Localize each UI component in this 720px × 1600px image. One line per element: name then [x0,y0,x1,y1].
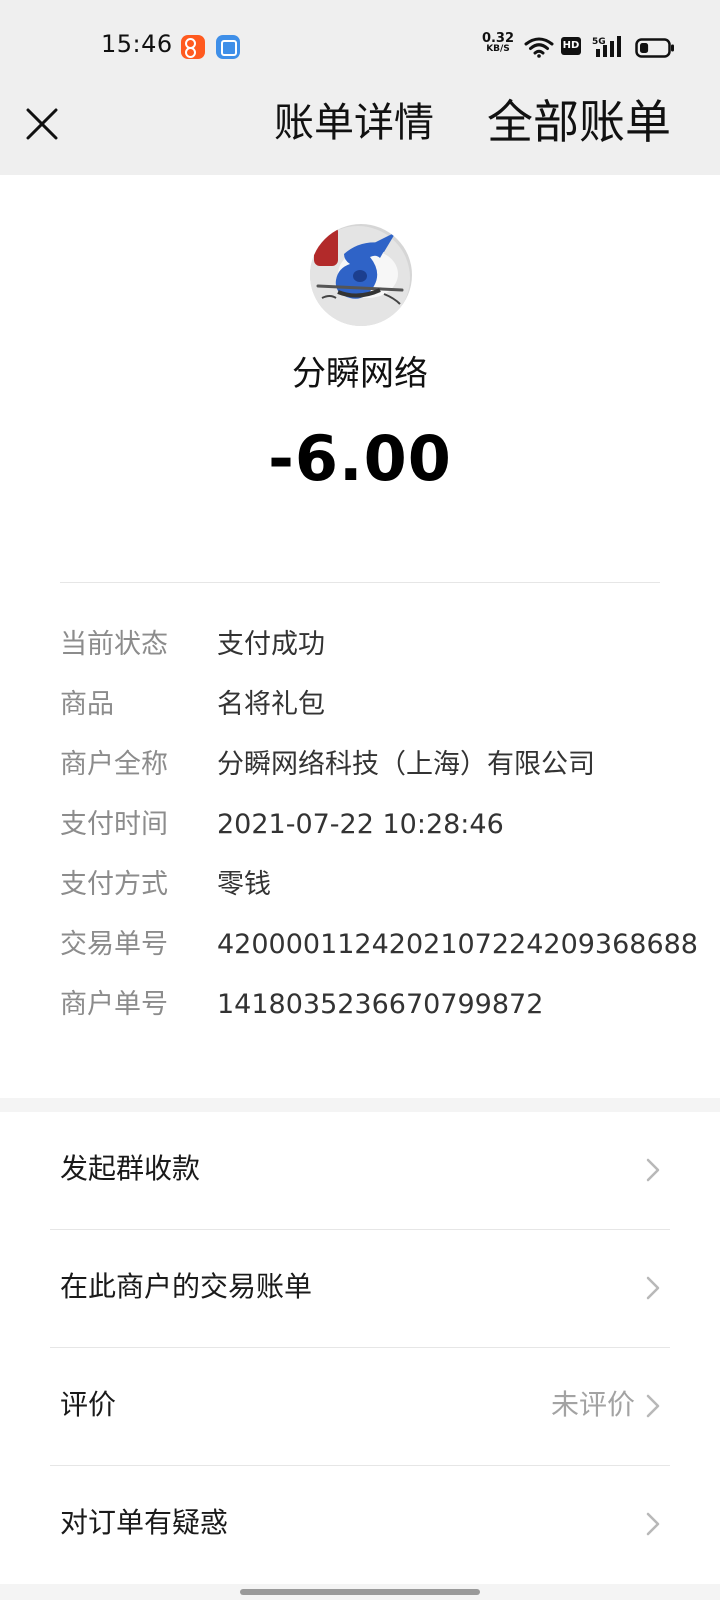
detail-row-status: 当前状态 支付成功 [60,622,700,682]
detail-value: 名将礼包 [217,689,325,720]
status-time: 15:46 [101,30,173,58]
action-label: 评价 [60,1388,117,1421]
detail-row-transaction-id: 交易单号 4200001124202107224209368688 [60,922,700,982]
chevron-right-icon [646,1512,660,1536]
page-title: 账单详情 [274,100,434,146]
all-bills-button[interactable]: 全部账单 [487,92,671,152]
battery-icon [635,38,674,58]
detail-row-product: 商品 名将礼包 [60,682,700,742]
group-collection-item[interactable]: 发起群收款 [0,1112,720,1230]
action-list: 发起群收款 在此商户的交易账单 评价 未评价 对订单有疑惑 [0,1112,720,1584]
wifi-icon [524,37,554,58]
status-bar: 15:46 0.32 KB/S HD 5G [0,0,720,90]
transaction-amount: -6.00 [268,422,452,495]
chevron-right-icon [646,1394,660,1418]
detail-label: 当前状态 [60,629,168,660]
merchant-bills-item[interactable]: 在此商户的交易账单 [0,1230,720,1348]
chevron-right-icon [646,1276,660,1300]
order-question-item[interactable]: 对订单有疑惑 [0,1466,720,1584]
network-speed-value: 0.32 [481,31,515,46]
detail-row-merchant-full-name: 商户全称 分瞬网络科技（上海）有限公司 [60,742,700,802]
action-label: 发起群收款 [60,1152,201,1185]
app-notification-icon [181,35,205,59]
home-indicator[interactable] [240,1589,480,1595]
transaction-details: 当前状态 支付成功 商品 名将礼包 商户全称 分瞬网络科技（上海）有限公司 支付… [60,622,700,1042]
detail-label: 商品 [60,689,114,720]
detail-value[interactable]: 4200001124202107224209368688 [217,922,698,968]
detail-row-payment-time: 支付时间 2021-07-22 10:28:46 [60,802,700,862]
close-icon[interactable] [24,106,60,142]
detail-value[interactable]: 1418035236670799872 [217,982,543,1028]
app-window-icon [216,35,240,59]
nav-bar: 账单详情 全部账单 [0,90,720,175]
detail-value: 2021-07-22 10:28:46 [217,809,504,840]
detail-label: 支付时间 [60,809,168,840]
review-status: 未评价 [550,1388,635,1421]
chevron-right-icon [646,1158,660,1182]
detail-label: 支付方式 [60,869,168,900]
detail-value: 零钱 [217,869,271,900]
detail-value: 分瞬网络科技（上海）有限公司 [217,749,595,780]
divider [60,582,660,583]
section-separator [0,1098,720,1112]
detail-row-merchant-order-id: 商户单号 1418035236670799872 [60,982,700,1042]
review-item[interactable]: 评价 未评价 [0,1348,720,1466]
detail-value: 支付成功 [217,629,325,660]
detail-label: 商户全称 [60,749,168,780]
detail-label: 交易单号 [60,929,168,960]
action-label: 在此商户的交易账单 [60,1270,313,1303]
detail-row-payment-method: 支付方式 零钱 [60,862,700,922]
detail-label: 商户单号 [60,989,168,1020]
network-speed: 0.32 KB/S [478,31,518,55]
merchant-name: 分瞬网络 [292,354,428,394]
merchant-avatar [310,224,412,326]
signal-icon: 5G [592,36,621,57]
action-label: 对订单有疑惑 [60,1506,229,1539]
hd-badge: HD [561,37,581,55]
